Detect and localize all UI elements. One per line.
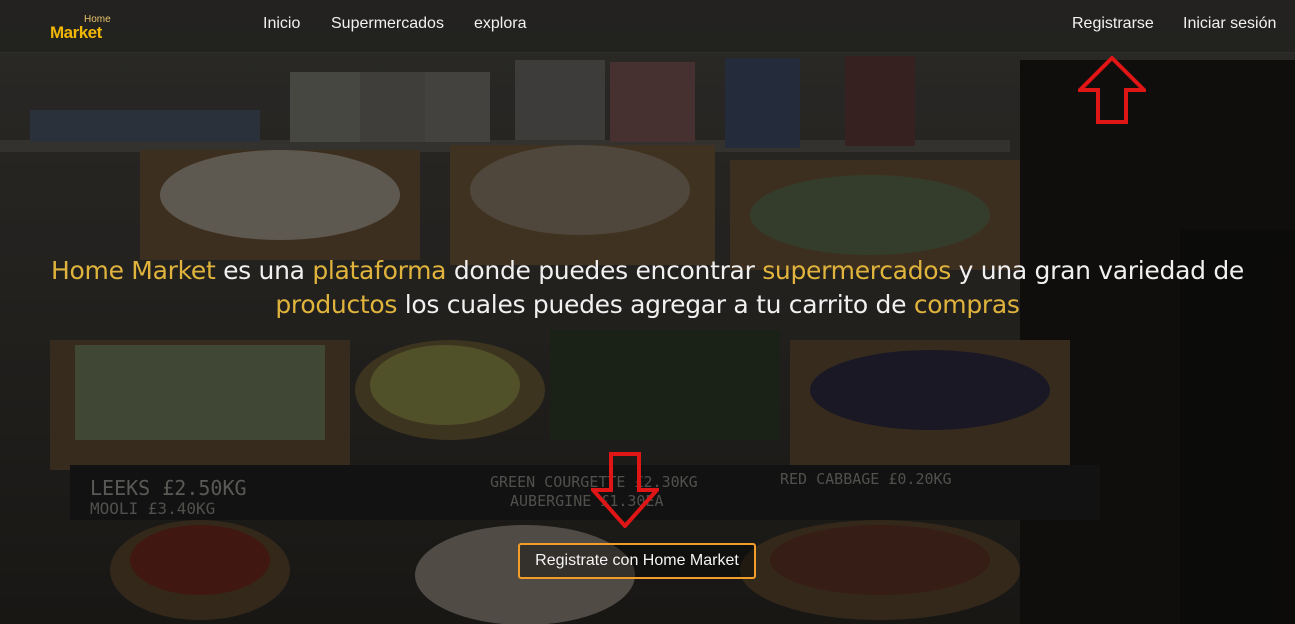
register-with-home-market-button[interactable]: Registrate con Home Market <box>518 543 756 579</box>
hero-accent-plataforma: plataforma <box>312 256 447 285</box>
hero-accent-brand: Home Market <box>51 256 216 285</box>
hero-text-segment: es una <box>215 256 313 285</box>
nav-link-explora[interactable]: explora <box>474 15 526 33</box>
annotation-arrow-down-icon <box>591 452 659 528</box>
hero-accent-productos: productos <box>275 290 398 319</box>
hero-accent-supermercados: supermercados <box>762 256 951 285</box>
hero-headline: Home Market es una plataforma donde pued… <box>40 254 1255 322</box>
nav-link-iniciar-sesion[interactable]: Iniciar sesión <box>1183 15 1276 33</box>
hero-text-segment: donde puedes encontrar <box>446 256 763 285</box>
nav-link-supermercados[interactable]: Supermercados <box>331 15 444 33</box>
nav-link-inicio[interactable]: Inicio <box>263 15 300 33</box>
hero-accent-compras: compras <box>913 290 1020 319</box>
logo-big-text: Market <box>50 23 102 42</box>
hero-text-segment: y una gran variedad de <box>950 256 1245 285</box>
nav-link-registrarse[interactable]: Registrarse <box>1072 15 1154 33</box>
hero-text-segment: los cuales puedes agregar a tu carrito d… <box>397 290 914 319</box>
logo[interactable]: Home Market <box>50 14 111 42</box>
annotation-arrow-up-icon <box>1078 56 1146 124</box>
navbar: Home Market Inicio Supermercados explora… <box>0 0 1295 53</box>
